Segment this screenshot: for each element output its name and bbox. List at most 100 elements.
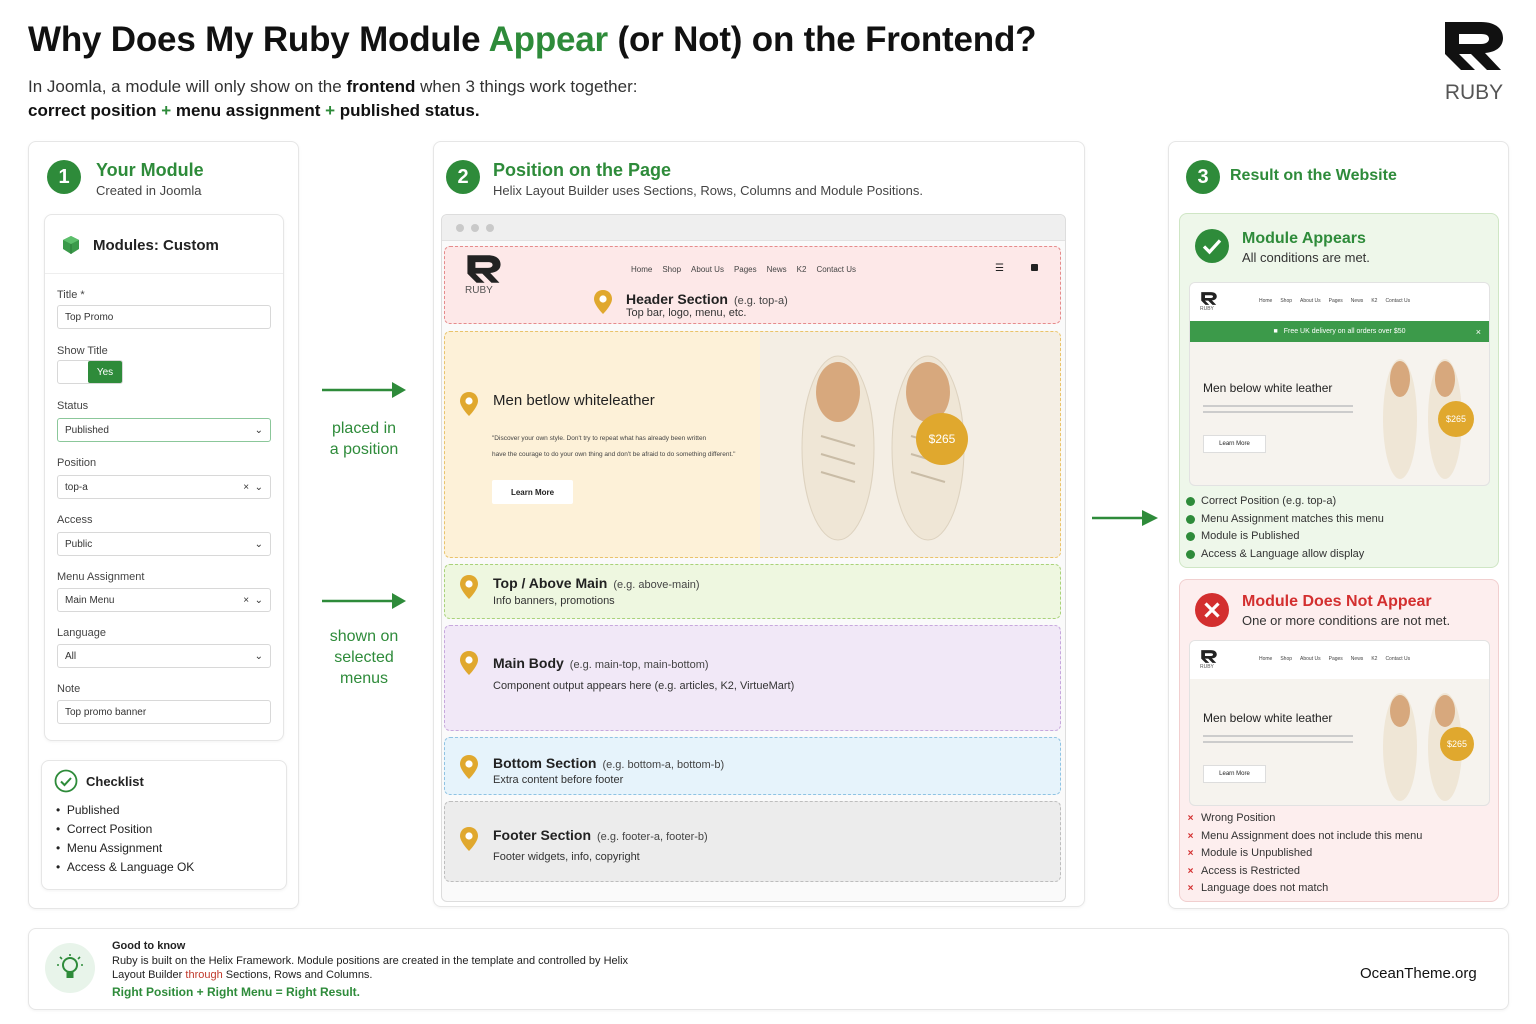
ruby-logo-icon	[1201, 292, 1217, 305]
check-circle-icon	[1195, 229, 1229, 263]
hero-section-zone: $265 Men betlow whiteleather "Discover y…	[444, 331, 1061, 558]
chevron-down-icon: ⌄	[254, 481, 263, 493]
step2-title: Position on the Page	[493, 160, 672, 180]
cart-icon[interactable]	[1031, 264, 1038, 271]
nav-item[interactable]: News	[767, 265, 787, 274]
shown-on-menus-label: shown on selected menus	[329, 628, 399, 687]
mini-nav: Home Shop About Us Pages News K2 Contact Us	[1259, 656, 1411, 662]
mini-heading: Men below white leather	[1203, 381, 1333, 395]
site-logo-label: RUBY	[465, 285, 493, 296]
check-icon	[1186, 532, 1195, 542]
header-section-zone: RUBY Home Shop About Us Pages News K2 Co…	[444, 246, 1061, 324]
checklist-title: Checklist	[86, 773, 144, 789]
ruby-logo-icon	[467, 255, 501, 283]
ruby-logo-icon	[1201, 650, 1217, 663]
mini-price-badge: $265	[1440, 727, 1474, 761]
menu-icon[interactable]: ☰	[995, 263, 1004, 274]
main-zone-title: Main Body	[493, 655, 564, 671]
ruby-logo-label: RUBY	[1444, 81, 1504, 104]
chevron-down-icon: ⌄	[254, 538, 263, 550]
mini-learn-more-button[interactable]: Learn More	[1203, 435, 1266, 453]
language-label: Language	[57, 627, 106, 639]
chevron-down-icon: ⌄	[254, 594, 263, 606]
footer-section-zone: Footer Section (e.g. footer-a, footer-b) …	[444, 801, 1061, 882]
mini-logo-label: RUBY	[1200, 664, 1214, 670]
map-pin-icon	[594, 290, 612, 314]
appears-preview: RUBY Home Shop About Us Pages News K2 Contact …	[1189, 282, 1490, 486]
check-icon	[1186, 514, 1195, 524]
map-pin-icon	[460, 755, 478, 779]
nav-item[interactable]: Contact Us	[816, 265, 856, 274]
position-select[interactable]: top-a × ⌄	[57, 475, 271, 499]
condition-ok-item: Module is Published	[1186, 528, 1384, 546]
nav-item[interactable]: Shop	[662, 265, 681, 274]
title-input[interactable]: Top Promo	[57, 305, 271, 329]
price-badge: $265	[916, 413, 968, 465]
step3-panel: 3 Result on the Website Module Appears A…	[1168, 141, 1509, 909]
title-label: Title *	[57, 289, 85, 301]
site-nav: Home Shop About Us Pages News K2 Contact…	[631, 265, 856, 274]
hero-quote-line: "Discover your own style. Don't try to r…	[492, 435, 707, 442]
clear-icon[interactable]: ×	[243, 595, 249, 606]
show-title-toggle[interactable]: Yes	[57, 360, 123, 384]
step1-badge: 1	[47, 160, 81, 194]
lightbulb-icon	[45, 943, 95, 993]
condition-ok-item: Access & Language allow display	[1186, 546, 1384, 564]
not-appear-preview: RUBY Home Shop About Us Pages News K2 Contact …	[1189, 640, 1490, 806]
brand-label: OceanTheme.org	[1360, 965, 1477, 982]
map-pin-icon	[460, 827, 478, 851]
top-section-zone: Top / Above Main (e.g. above-main) Info b…	[444, 564, 1061, 619]
checklist-item: • Menu Assignment	[56, 841, 163, 855]
bottom-zone-example: (e.g. bottom-a, bottom-b)	[602, 759, 725, 771]
module-form: Modules: Custom Title * Top Promo Show T…	[44, 214, 284, 741]
x-icon: ×	[1187, 813, 1194, 824]
window-dot-icon	[456, 224, 464, 232]
step2-subtitle: Helix Layout Builder uses Sections, Rows…	[493, 183, 923, 198]
note-input[interactable]: Top promo banner	[57, 700, 271, 724]
chevron-down-icon: ⌄	[254, 424, 263, 436]
not-appear-subtitle: One or more conditions are not met.	[1242, 613, 1451, 628]
not-appear-title: Module Does Not Appear	[1242, 593, 1432, 610]
status-select[interactable]: Published ⌄	[57, 418, 271, 442]
truck-icon: ■	[1273, 328, 1278, 335]
appears-subtitle: All conditions are met.	[1242, 250, 1370, 265]
learn-more-button[interactable]: Learn More	[492, 480, 573, 504]
good-to-know-tagline: Right Position + Right Menu = Right Resu…	[112, 984, 360, 999]
appears-title: Module Appears	[1242, 230, 1366, 247]
check-icon	[1186, 549, 1195, 559]
main-zone-example: (e.g. main-top, main-bottom)	[569, 659, 709, 671]
header-zone-desc: Top bar, logo, menu, etc.	[626, 307, 747, 319]
access-select[interactable]: Public ⌄	[57, 532, 271, 556]
language-select[interactable]: All ⌄	[57, 644, 271, 668]
map-pin-icon	[460, 651, 478, 675]
good-to-know-line: Ruby is built on the Helix Framework. Mo…	[112, 954, 629, 967]
form-title: Modules: Custom	[93, 236, 219, 254]
hero-heading: Men betlow whiteleather	[493, 392, 655, 409]
good-to-know-panel: Good to know Ruby is built on the Helix …	[28, 928, 1509, 1010]
nav-item[interactable]: Pages	[734, 265, 757, 274]
checklist-item: • Correct Position	[56, 822, 153, 836]
mini-nav: Home Shop About Us Pages News K2 Contact Us	[1259, 298, 1411, 304]
cube-icon	[63, 236, 79, 254]
page-title: Why Does My Ruby Module Appear (or Not) …	[28, 20, 1037, 59]
hero-quote-line: have the courage to do your own thing an…	[492, 451, 736, 458]
menu-assignment-select[interactable]: Main Menu × ⌄	[57, 588, 271, 612]
bottom-section-zone: Bottom Section (e.g. bottom-a, bottom-b) …	[444, 737, 1061, 795]
close-icon[interactable]: ×	[1476, 327, 1481, 337]
x-icon: ×	[1187, 865, 1194, 877]
nav-item[interactable]: K2	[797, 265, 807, 274]
condition-fail-item: × Wrong Position	[1186, 810, 1422, 828]
access-label: Access	[57, 514, 93, 526]
arrow-right-icon	[322, 593, 406, 609]
step3-badge: 3	[1186, 160, 1220, 194]
error-circle-icon	[1195, 593, 1229, 627]
nav-item[interactable]: About Us	[691, 265, 724, 274]
clear-icon[interactable]: ×	[243, 482, 249, 493]
ruby-logo: RUBY	[1438, 18, 1510, 105]
x-icon: ×	[1187, 848, 1194, 859]
x-icon: ×	[1187, 830, 1194, 842]
mini-learn-more-button[interactable]: Learn More	[1203, 765, 1266, 783]
nav-item[interactable]: Home	[631, 265, 652, 274]
footer-zone-title: Footer Section	[493, 827, 592, 843]
note-label: Note	[57, 683, 81, 695]
